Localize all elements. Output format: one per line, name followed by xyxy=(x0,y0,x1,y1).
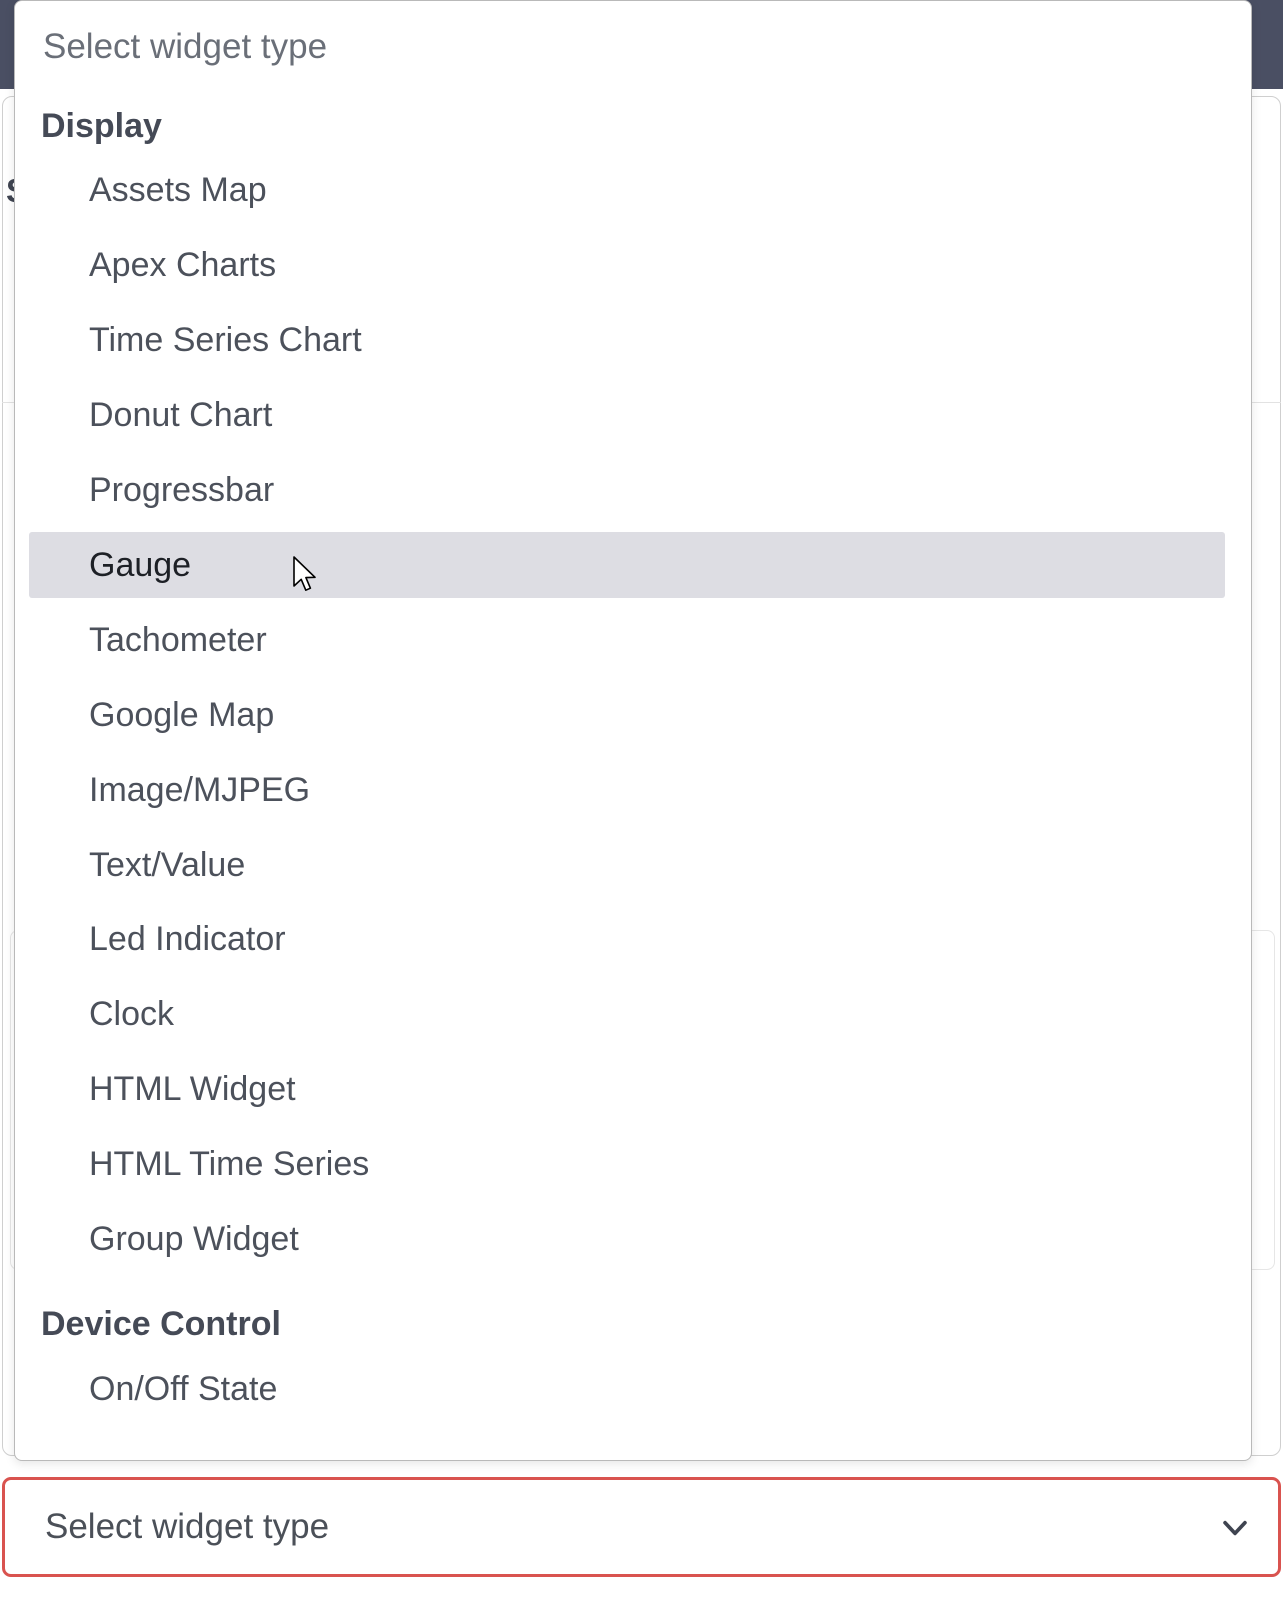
dropdown-option-label: On/Off State xyxy=(89,1369,278,1408)
dropdown-option-group-widget[interactable]: Group Widget xyxy=(29,1207,1225,1273)
dropdown-option-apex-charts[interactable]: Apex Charts xyxy=(29,233,1225,299)
dropdown-option-label: Google Map xyxy=(89,695,275,734)
widget-type-select[interactable]: Select widget type xyxy=(2,1477,1281,1577)
dropdown-option-label: Led Indicator xyxy=(89,920,286,959)
dropdown-option-label: Time Series Chart xyxy=(89,321,362,360)
dropdown-option-label: Progressbar xyxy=(89,471,275,509)
dropdown-option-label: Assets Map xyxy=(89,171,267,210)
dropdown-group-label-display: Display xyxy=(41,107,162,145)
dropdown-option-label: Gauge xyxy=(89,545,192,584)
dropdown-option-google-map[interactable]: Google Map xyxy=(29,682,1225,748)
dropdown-option-label: Text/Value xyxy=(89,845,246,884)
dropdown-option-html-time-series[interactable]: HTML Time Series xyxy=(29,1132,1225,1198)
dropdown-option-progressbar[interactable]: Progressbar xyxy=(29,458,1225,524)
dropdown-option-html-widget[interactable]: HTML Widget xyxy=(29,1057,1225,1123)
dropdown-option-label: Donut Chart xyxy=(89,396,273,435)
dropdown-option-label: Group Widget xyxy=(89,1220,299,1258)
screen-root: S Select widget typeDisplayAssets MapApe… xyxy=(0,0,1283,1608)
dropdown-scrollbar-track[interactable] xyxy=(1246,1,1251,1460)
dropdown-option-label: Tachometer xyxy=(89,620,267,659)
dropdown-option-tachometer[interactable]: Tachometer xyxy=(29,607,1225,673)
dropdown-option-led-indicator[interactable]: Led Indicator xyxy=(29,907,1225,973)
dropdown-option-label: Apex Charts xyxy=(89,246,277,285)
dropdown-option-gauge[interactable]: Gauge xyxy=(29,532,1225,599)
widget-type-select-value: Select widget type xyxy=(45,1507,330,1546)
dropdown-option-clock[interactable]: Clock xyxy=(29,982,1225,1048)
dropdown-option-label: Image/MJPEG xyxy=(89,770,311,809)
dropdown-option-label: HTML Widget xyxy=(89,1070,296,1109)
dropdown-option-text-value[interactable]: Text/Value xyxy=(29,832,1225,898)
dropdown-option-image-mjpeg[interactable]: Image/MJPEG xyxy=(29,757,1225,823)
widget-type-option-list[interactable]: Select widget type Display Assets Map Apex … xyxy=(15,1,1251,1460)
dropdown-placeholder-option[interactable]: Select widget type xyxy=(43,27,327,67)
dropdown-option-assets-map[interactable]: Assets Map xyxy=(29,158,1225,224)
dropdown-option-label: Clock xyxy=(89,995,175,1034)
chevron-down-icon xyxy=(1218,1510,1252,1544)
dropdown-group-label-device-control: Device Control xyxy=(41,1305,281,1344)
dropdown-option-on-off-state[interactable]: On/Off State xyxy=(29,1356,1225,1422)
dropdown-option-time-series-chart[interactable]: Time Series Chart xyxy=(29,308,1225,374)
widget-type-dropdown-panel[interactable]: Select widget type Display Assets Map Apex … xyxy=(14,0,1252,1461)
dropdown-option-donut-chart[interactable]: Donut Chart xyxy=(29,383,1225,449)
dropdown-option-label: HTML Time Series xyxy=(89,1145,370,1184)
